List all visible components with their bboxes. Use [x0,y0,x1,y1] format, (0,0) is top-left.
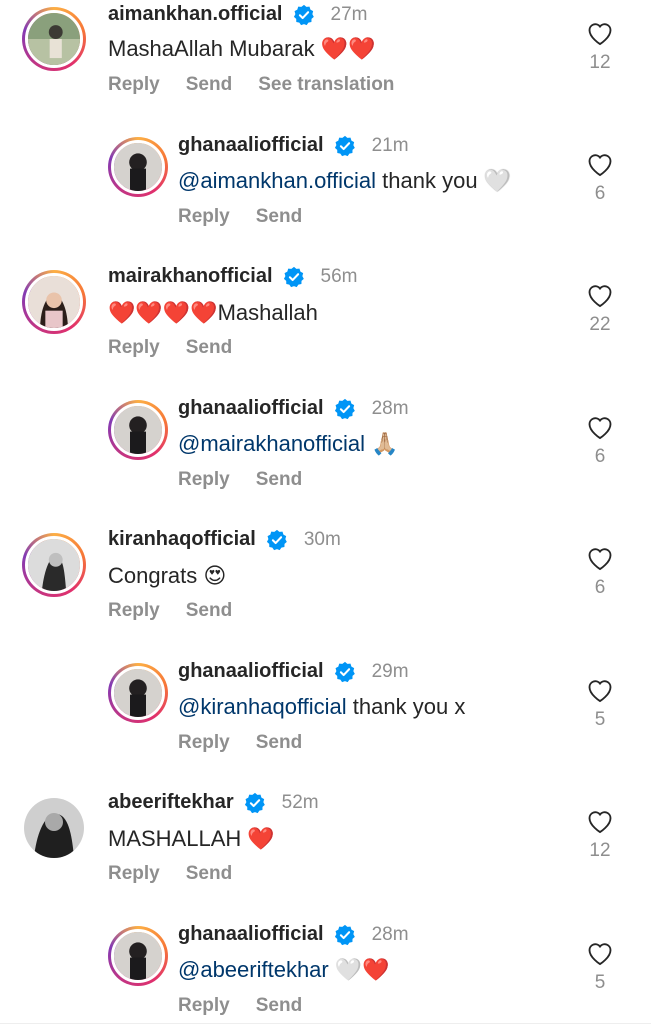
heart-outline-icon[interactable] [586,677,614,703]
comment-text: MashaAllah Mubarak ❤️❤️ [108,36,376,62]
verified-badge-icon [334,924,355,945]
verified-badge-icon [244,792,265,813]
like-count: 5 [594,709,606,730]
verified-badge-icon [334,135,355,156]
comment-body: Mashallah [217,300,318,325]
comment-body: thank you [376,168,478,193]
comment-body: MashaAllah Mubarak [108,36,315,61]
avatar[interactable] [24,798,84,858]
comment-text: Congrats 😍 [108,563,226,589]
timestamp: 28m [371,923,409,945]
comment-abeeriftekhar: abeeriftekhar 52m MASHALLAH ❤️ Reply Sen… [0,788,651,908]
reply-button[interactable]: Reply [178,995,230,1017]
send-button[interactable]: Send [256,732,302,754]
reply-button[interactable]: Reply [108,863,160,885]
like-count: 6 [594,183,606,204]
timestamp: 56m [320,265,358,287]
heart-emoji: ❤️❤️❤️❤️ [108,301,218,326]
comment-text: ❤️❤️❤️❤️Mashallah [108,300,318,326]
reply-button[interactable]: Reply [178,469,230,491]
verified-badge-icon [334,661,355,682]
send-button[interactable]: Send [256,995,302,1017]
username[interactable]: ghanaaliofficial [178,134,324,157]
hearts-emoji: 🤍❤️ [334,958,390,983]
reply-button[interactable]: Reply [178,732,230,754]
reply-ghanaali-2: ghanaaliofficial 28m @mairakhanofficial … [0,394,651,514]
heart-outline-icon[interactable] [586,20,614,46]
verified-badge-icon [266,529,287,550]
verified-badge-icon [293,4,314,25]
praying-hands-emoji: 🙏🏼 [371,432,399,457]
send-button[interactable]: Send [186,863,232,885]
send-button[interactable]: Send [256,206,302,228]
reply-button[interactable]: Reply [108,74,160,96]
comment-kiranhaq: kiranhaqofficial 30m Congrats 😍 Reply Se… [0,525,651,645]
like-count: 12 [589,52,611,73]
comment-body: Congrats [108,563,198,588]
username[interactable]: ghanaaliofficial [178,397,324,420]
timestamp: 21m [371,134,409,156]
send-button[interactable]: Send [186,337,232,359]
avatar[interactable] [108,400,168,460]
avatar[interactable] [22,270,86,334]
heart-emoji: ❤️ [247,827,275,852]
mention-link[interactable]: @abeeriftekhar [178,957,329,982]
mention-link[interactable]: @kiranhaqofficial [178,694,347,719]
comment-body: MASHALLAH [108,826,242,851]
username[interactable]: ghanaaliofficial [178,660,324,683]
heart-outline-icon[interactable] [586,282,614,308]
reply-ghanaali-1: ghanaaliofficial 21m @aimankhan.official… [0,131,651,251]
timestamp: 27m [330,3,368,25]
like-count: 12 [589,840,611,861]
mention-link[interactable]: @mairakhanofficial [178,431,365,456]
timestamp: 52m [281,791,319,813]
avatar[interactable] [108,663,168,723]
verified-badge-icon [334,398,355,419]
see-translation-button[interactable]: See translation [258,74,394,96]
comment-text: @abeeriftekhar 🤍❤️ [178,957,390,983]
avatar[interactable] [108,137,168,197]
username[interactable]: ghanaaliofficial [178,923,324,946]
comment-text: @mairakhanofficial 🙏🏼 [178,431,399,457]
comment-text: @aimankhan.official thank you 🤍 [178,168,511,194]
heart-outline-icon[interactable] [586,545,614,571]
reply-button[interactable]: Reply [108,600,160,622]
send-button[interactable]: Send [186,74,232,96]
reply-ghanaali-3: ghanaaliofficial 29m @kiranhaqofficial t… [0,657,651,777]
mention-link[interactable]: @aimankhan.official [178,168,376,193]
white-heart-emoji: 🤍 [483,169,512,194]
comment-aimankhan: aimankhan.official 27m MashaAllah Mubara… [0,0,651,120]
reply-ghanaali-4: ghanaaliofficial 28m @abeeriftekhar 🤍❤️ … [0,920,651,1024]
avatar[interactable] [22,533,86,597]
comment-text: MASHALLAH ❤️ [108,826,275,852]
heart-outline-icon[interactable] [586,940,614,966]
comment-text: @kiranhaqofficial thank you x [178,694,465,720]
like-count: 5 [594,972,606,993]
heart-emoji: ❤️❤️ [320,37,376,62]
timestamp: 30m [303,528,341,550]
username[interactable]: kiranhaqofficial [108,528,256,551]
reply-button[interactable]: Reply [108,337,160,359]
like-count: 22 [589,314,611,335]
like-count: 6 [594,446,606,467]
username[interactable]: aimankhan.official [108,3,283,26]
heart-outline-icon[interactable] [586,808,614,834]
avatar[interactable] [22,7,86,71]
send-button[interactable]: Send [186,600,232,622]
like-count: 6 [594,577,606,598]
comment-mairakhan: mairakhanofficial 56m ❤️❤️❤️❤️Mashallah … [0,262,651,382]
timestamp: 29m [371,660,409,682]
username[interactable]: mairakhanofficial [108,265,273,288]
verified-badge-icon [283,266,304,287]
avatar[interactable] [108,926,168,986]
reply-button[interactable]: Reply [178,206,230,228]
comment-body: thank you x [346,694,466,719]
timestamp: 28m [371,397,409,419]
heart-outline-icon[interactable] [586,414,614,440]
username[interactable]: abeeriftekhar [108,791,234,814]
send-button[interactable]: Send [256,469,302,491]
heart-outline-icon[interactable] [586,151,614,177]
heart-eyes-emoji: 😍 [203,564,227,589]
